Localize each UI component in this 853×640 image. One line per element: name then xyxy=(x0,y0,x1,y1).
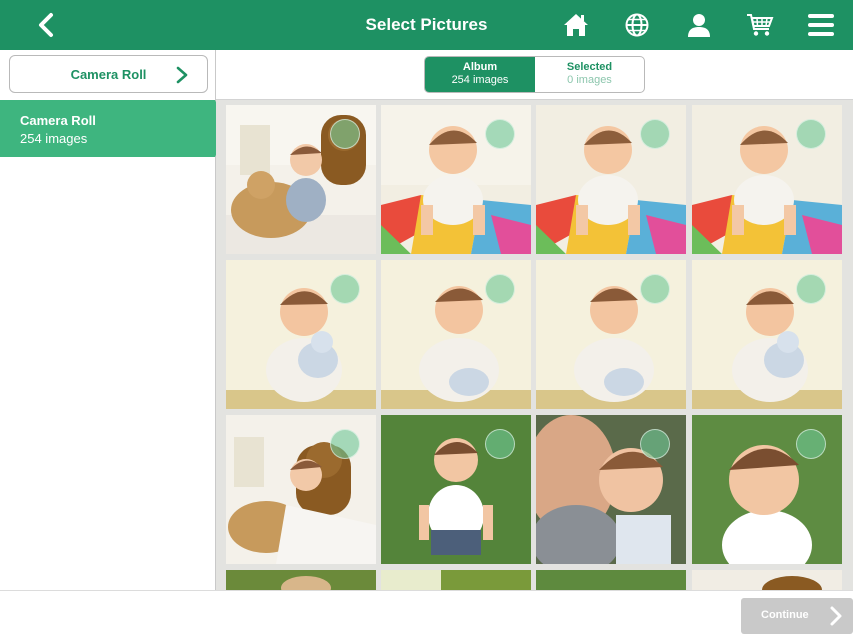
photo-image xyxy=(226,570,376,590)
photo-thumbnail[interactable] xyxy=(381,415,531,564)
select-toggle[interactable] xyxy=(796,429,826,459)
bottom-bar: Continue xyxy=(0,590,853,640)
select-toggle[interactable] xyxy=(485,119,515,149)
home-icon xyxy=(564,14,588,36)
account-button[interactable] xyxy=(684,10,714,40)
tab-album[interactable]: Album 254 images xyxy=(425,57,535,92)
cart-button[interactable] xyxy=(745,10,775,40)
chevron-right-icon xyxy=(176,66,188,84)
photo-thumbnail[interactable] xyxy=(692,570,842,590)
globe-icon xyxy=(625,13,649,37)
cart-icon xyxy=(747,14,774,36)
select-toggle[interactable] xyxy=(796,119,826,149)
album-name: Camera Roll xyxy=(20,113,96,128)
photo-thumbnail[interactable] xyxy=(381,105,531,254)
photo-image xyxy=(536,570,686,590)
select-toggle[interactable] xyxy=(796,274,826,304)
photo-thumbnail[interactable] xyxy=(381,570,531,590)
select-toggle[interactable] xyxy=(640,274,670,304)
back-chevron-icon xyxy=(39,13,53,37)
tab-selected-label: Selected xyxy=(566,61,613,73)
photo-area: Album 254 images Selected 0 images xyxy=(216,50,853,590)
top-bar: Select Pictures xyxy=(0,0,853,50)
album-selected-arrow xyxy=(0,100,228,157)
select-toggle[interactable] xyxy=(330,274,360,304)
source-selector-button[interactable]: Camera Roll xyxy=(9,55,208,93)
continue-label: Continue xyxy=(761,609,809,621)
select-toggle[interactable] xyxy=(485,429,515,459)
chevron-right-icon xyxy=(830,606,842,626)
globe-button[interactable] xyxy=(622,10,652,40)
photo-thumbnail[interactable] xyxy=(536,105,686,254)
back-button[interactable] xyxy=(30,10,62,40)
tab-selected[interactable]: Selected 0 images xyxy=(535,57,644,92)
photo-thumbnail[interactable] xyxy=(381,260,531,409)
photo-thumbnail[interactable] xyxy=(692,260,842,409)
album-item-camera-roll[interactable]: Camera Roll 254 images xyxy=(0,100,228,157)
photo-thumbnail[interactable] xyxy=(226,570,376,590)
select-toggle[interactable] xyxy=(485,274,515,304)
photo-thumbnail[interactable] xyxy=(536,570,686,590)
select-toggle[interactable] xyxy=(640,119,670,149)
select-toggle[interactable] xyxy=(640,429,670,459)
tab-album-label: Album xyxy=(462,61,498,73)
album-sidebar: Camera Roll Camera Roll 254 images xyxy=(0,50,228,590)
photo-thumbnail[interactable] xyxy=(226,260,376,409)
view-segmented-control: Album 254 images Selected 0 images xyxy=(424,56,645,93)
menu-button[interactable] xyxy=(806,10,836,40)
select-toggle[interactable] xyxy=(330,429,360,459)
photo-image xyxy=(381,570,531,590)
photo-thumbnail[interactable] xyxy=(226,415,376,564)
photo-thumbnail[interactable] xyxy=(536,415,686,564)
user-icon xyxy=(688,14,710,37)
photo-thumbnail[interactable] xyxy=(536,260,686,409)
home-button[interactable] xyxy=(561,10,591,40)
source-selector-label: Camera Roll xyxy=(70,66,147,82)
continue-button[interactable]: Continue xyxy=(741,598,853,634)
photo-image xyxy=(692,570,842,590)
photo-thumbnail[interactable] xyxy=(226,105,376,254)
tab-selected-count: 0 images xyxy=(567,74,612,86)
tab-album-count: 254 images xyxy=(451,74,509,86)
photo-thumbnail[interactable] xyxy=(692,415,842,564)
select-toggle[interactable] xyxy=(330,119,360,149)
tab-bar: Album 254 images Selected 0 images xyxy=(216,50,853,100)
album-count: 254 images xyxy=(20,131,88,146)
page-title: Select Pictures xyxy=(365,15,488,34)
photo-thumbnail[interactable] xyxy=(692,105,842,254)
menu-icon xyxy=(808,14,834,36)
